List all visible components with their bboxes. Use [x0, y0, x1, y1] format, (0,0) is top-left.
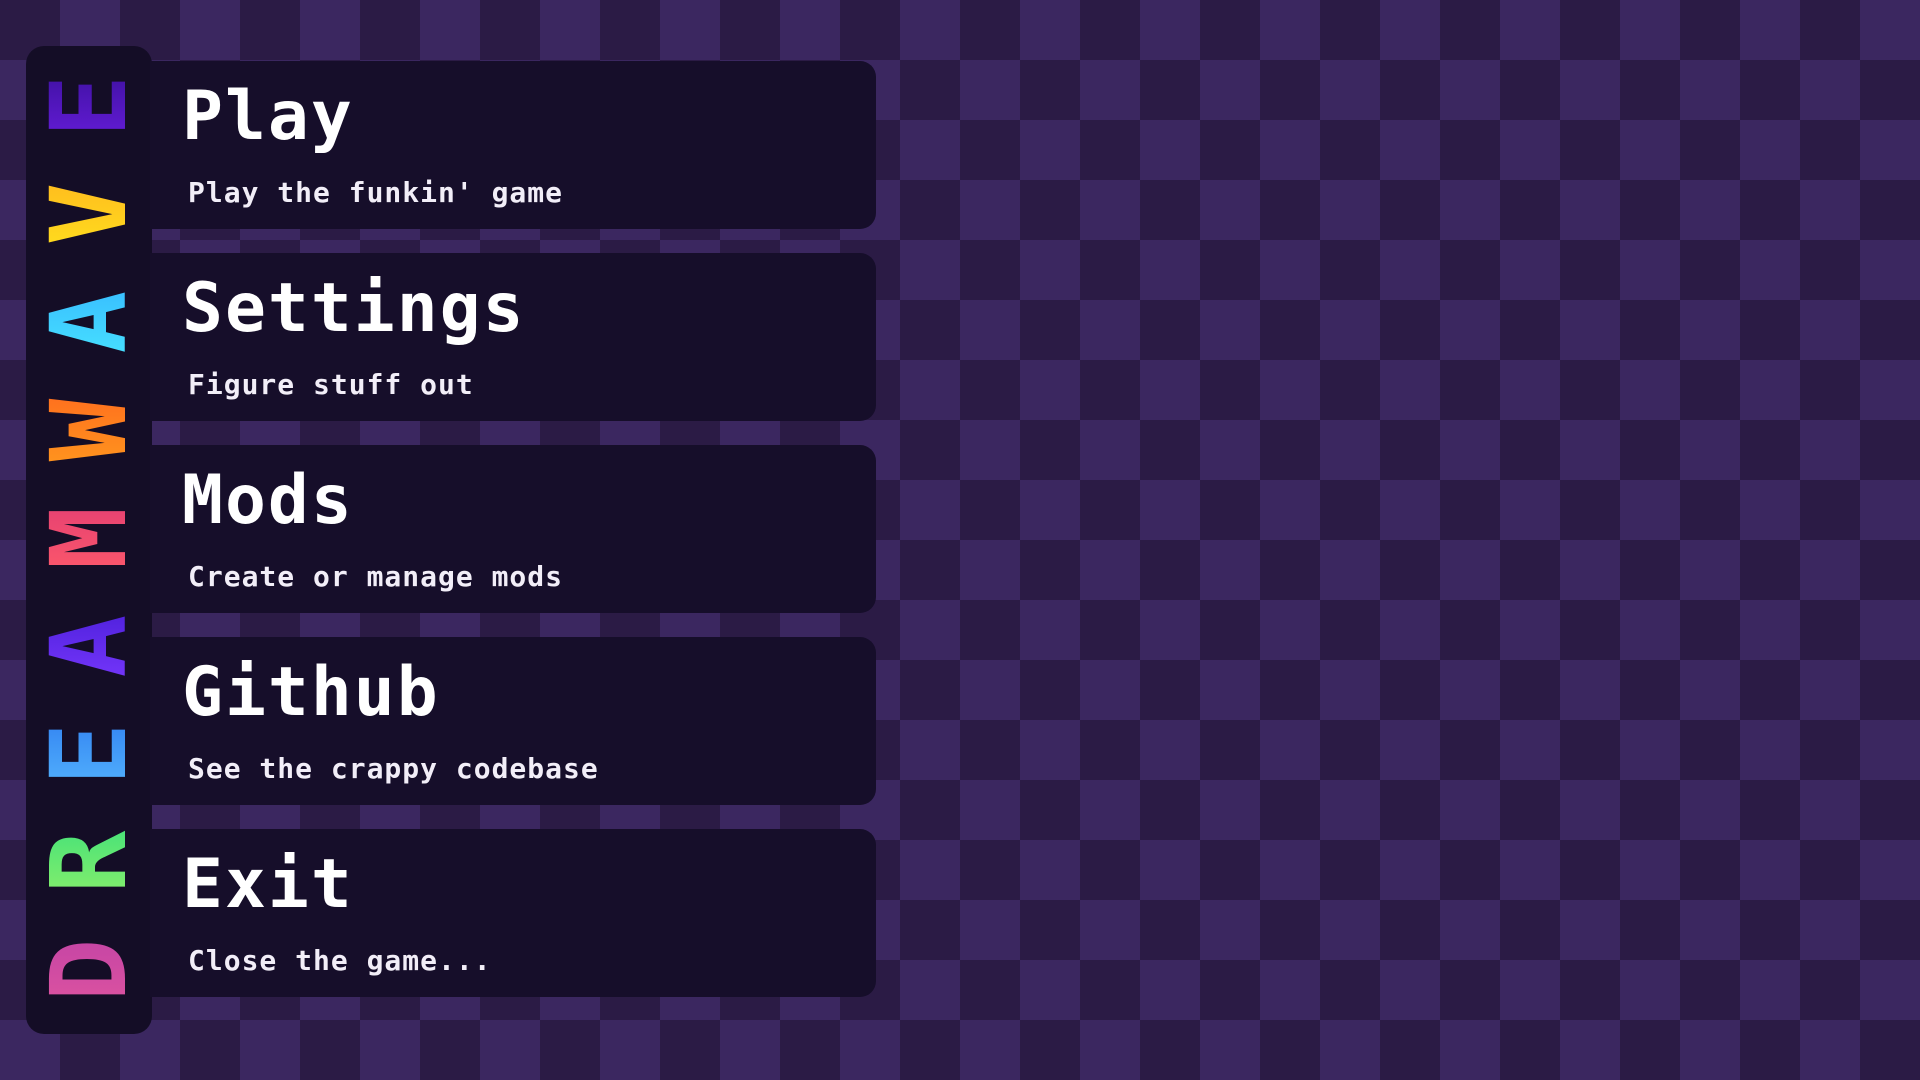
play-button[interactable]: Play Play the funkin' game: [150, 61, 876, 229]
logo-letter: D: [28, 924, 150, 1016]
menu-item-description: Close the game...: [188, 944, 492, 977]
menu-item-title: Play: [182, 77, 354, 156]
logo-letter: E: [28, 708, 150, 800]
menu-item-title: Exit: [182, 845, 354, 924]
menu-item-description: See the crappy codebase: [188, 752, 599, 785]
menu-item-title: Github: [182, 653, 440, 732]
settings-button[interactable]: Settings Figure stuff out: [150, 253, 876, 421]
menu-item-title: Settings: [182, 269, 526, 348]
logo-letter: A: [28, 600, 150, 692]
logo-panel: D R E A M W A V E: [26, 46, 152, 1034]
logo-letter: A: [28, 276, 150, 368]
logo-letter: M: [28, 492, 150, 584]
dreamwave-logo: D R E A M W A V E: [26, 46, 152, 1034]
menu-item-description: Figure stuff out: [188, 368, 474, 401]
logo-letter: R: [28, 816, 150, 908]
main-menu: Play Play the funkin' game Settings Figu…: [150, 61, 876, 1021]
menu-item-description: Create or manage mods: [188, 560, 564, 593]
github-button[interactable]: Github See the crappy codebase: [150, 637, 876, 805]
logo-letter: E: [28, 60, 150, 152]
menu-item-description: Play the funkin' game: [188, 176, 564, 209]
logo-letter: W: [28, 384, 150, 476]
mods-button[interactable]: Mods Create or manage mods: [150, 445, 876, 613]
logo-letter: V: [28, 168, 150, 260]
exit-button[interactable]: Exit Close the game...: [150, 829, 876, 997]
menu-item-title: Mods: [182, 461, 354, 540]
